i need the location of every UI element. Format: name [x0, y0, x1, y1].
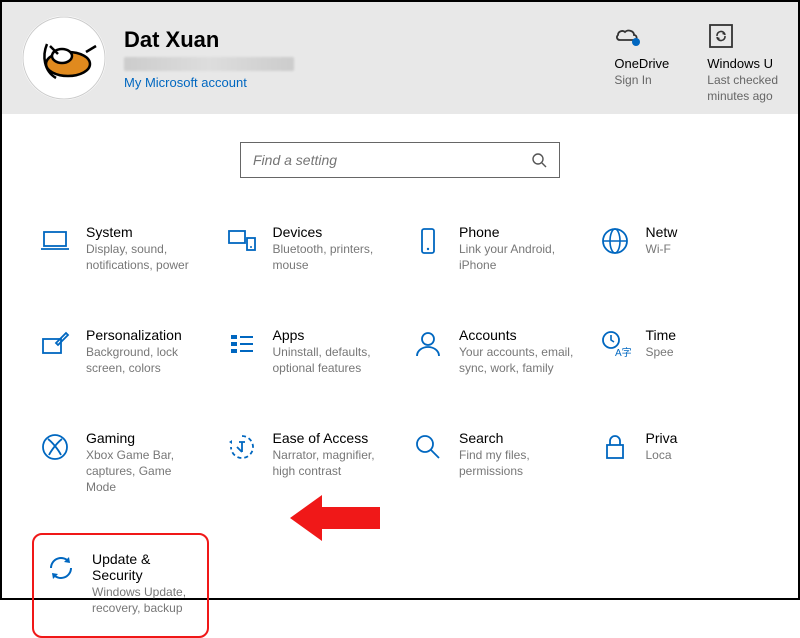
person-icon: [411, 327, 445, 361]
category-title: Update & Security: [92, 551, 197, 583]
category-desc: Bluetooth, printers, mouse: [273, 242, 390, 273]
category-title: Personalization: [86, 327, 203, 343]
category-personalization[interactable]: Personalization Background, lock screen,…: [32, 319, 209, 384]
search-input[interactable]: [253, 152, 531, 168]
category-title: Time: [646, 327, 677, 343]
xbox-icon: [38, 430, 72, 464]
category-desc: Narrator, magnifier, high contrast: [273, 448, 390, 479]
category-title: Devices: [273, 224, 390, 240]
category-desc: Background, lock screen, colors: [86, 345, 203, 376]
category-gaming[interactable]: Gaming Xbox Game Bar, captures, Game Mod…: [32, 422, 209, 503]
devices-icon: [225, 224, 259, 258]
category-title: Netw: [646, 224, 678, 240]
category-update-security[interactable]: Update & Security Windows Update, recove…: [32, 533, 209, 638]
windows-update-status[interactable]: Windows U Last checked minutes ago: [707, 22, 778, 103]
category-desc: Uninstall, defaults, optional features: [273, 345, 390, 376]
category-desc: Display, sound, notifications, power: [86, 242, 203, 273]
globe-icon: [598, 224, 632, 258]
category-title: System: [86, 224, 203, 240]
winupdate-sub1: Last checked: [707, 73, 778, 87]
category-network[interactable]: Netw Wi-F: [592, 216, 769, 281]
header-status-area: OneDrive Sign In Windows U Last checked …: [614, 14, 778, 103]
category-title: Phone: [459, 224, 576, 240]
ease-icon: [225, 430, 259, 464]
user-info: Dat Xuan My Microsoft account: [124, 27, 294, 90]
onedrive-sub: Sign In: [614, 73, 651, 87]
update-icon: [44, 551, 78, 585]
search-box[interactable]: [240, 142, 560, 178]
user-name: Dat Xuan: [124, 27, 294, 53]
category-desc: Loca: [646, 448, 678, 464]
svg-text:A字: A字: [615, 346, 632, 359]
settings-header: Dat Xuan My Microsoft account OneDrive S…: [2, 2, 798, 114]
category-desc: Spee: [646, 345, 677, 361]
magnifier-icon: [411, 430, 445, 464]
category-desc: Wi-F: [646, 242, 678, 258]
phone-icon: [411, 224, 445, 258]
onedrive-status[interactable]: OneDrive Sign In: [614, 22, 669, 87]
category-title: Priva: [646, 430, 678, 446]
category-time-language[interactable]: A字 Time Spee: [592, 319, 769, 384]
avatar: [22, 16, 106, 100]
apps-icon: [225, 327, 259, 361]
search-icon[interactable]: [531, 152, 547, 168]
category-desc: Windows Update, recovery, backup: [92, 585, 197, 616]
category-system[interactable]: System Display, sound, notifications, po…: [32, 216, 209, 281]
lock-icon: [598, 430, 632, 464]
user-email-redacted: [124, 57, 294, 71]
category-accounts[interactable]: Accounts Your accounts, email, sync, wor…: [405, 319, 582, 384]
category-title: Ease of Access: [273, 430, 390, 446]
category-desc: Find my files, permissions: [459, 448, 576, 479]
category-apps[interactable]: Apps Uninstall, defaults, optional featu…: [219, 319, 396, 384]
onedrive-title: OneDrive: [614, 56, 669, 71]
sync-icon: [707, 22, 735, 50]
time-lang-icon: A字: [598, 327, 632, 361]
category-desc: Link your Android, iPhone: [459, 242, 576, 273]
category-desc: Xbox Game Bar, captures, Game Mode: [86, 448, 203, 495]
winupdate-sub2: minutes ago: [707, 89, 772, 103]
winupdate-title: Windows U: [707, 56, 773, 71]
category-ease-of-access[interactable]: Ease of Access Narrator, magnifier, high…: [219, 422, 396, 503]
ms-account-link[interactable]: My Microsoft account: [124, 75, 294, 90]
arrow-annotation: [290, 493, 380, 543]
category-phone[interactable]: Phone Link your Android, iPhone: [405, 216, 582, 281]
search-row: [2, 114, 798, 196]
laptop-icon: [38, 224, 72, 258]
category-title: Search: [459, 430, 576, 446]
category-search[interactable]: Search Find my files, permissions: [405, 422, 582, 503]
category-privacy[interactable]: Priva Loca: [592, 422, 769, 503]
category-devices[interactable]: Devices Bluetooth, printers, mouse: [219, 216, 396, 281]
paint-icon: [38, 327, 72, 361]
onedrive-icon: [614, 22, 642, 50]
category-title: Gaming: [86, 430, 203, 446]
category-desc: Your accounts, email, sync, work, family: [459, 345, 576, 376]
settings-grid: System Display, sound, notifications, po…: [2, 196, 798, 638]
category-title: Apps: [273, 327, 390, 343]
category-title: Accounts: [459, 327, 576, 343]
